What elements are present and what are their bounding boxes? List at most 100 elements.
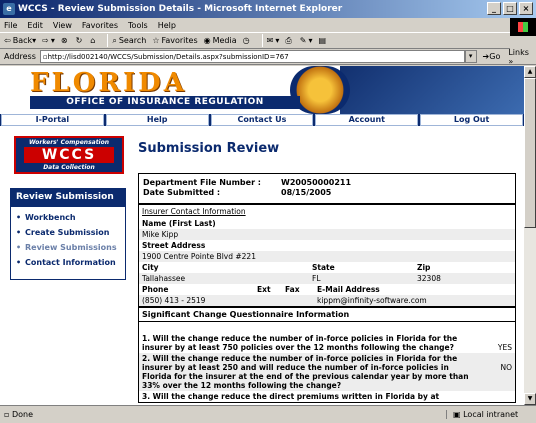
- answer: NO: [500, 363, 512, 372]
- print-icon: ⎙: [285, 35, 292, 45]
- go-button[interactable]: ➔Go: [483, 52, 501, 61]
- dept-file-label: Department File Number :: [143, 178, 261, 187]
- submission-details: Department File Number : W20050000211 Dat…: [138, 173, 516, 403]
- phone-label: Phone: [142, 285, 169, 294]
- menu-view[interactable]: View: [53, 21, 72, 30]
- links-button[interactable]: Links »: [508, 48, 536, 66]
- vertical-scrollbar[interactable]: ▲ ▼: [524, 66, 536, 405]
- address-label: Address: [4, 52, 36, 61]
- email-value: kippm@infinity-software.com: [317, 296, 427, 305]
- forward-arrow-icon: ⇨: [42, 36, 49, 45]
- name-value: Mike Kipp: [139, 229, 515, 240]
- minimize-button[interactable]: _: [487, 2, 501, 15]
- edit-icon: ✎: [299, 36, 307, 45]
- maximize-button[interactable]: □: [503, 2, 517, 15]
- menu-favorites[interactable]: Favorites: [82, 21, 118, 30]
- history-icon: ◷: [242, 36, 250, 45]
- media-icon: ◉: [203, 36, 211, 45]
- toolbar: ⇦ Back ▾ ⇨ ▾ ⊗ ↻ ⌂ ⌕ Search ☆ Favorites ◉ Med…: [0, 33, 510, 49]
- nav-iportal[interactable]: I-Portal: [1, 114, 104, 126]
- sidebar-item-contact-information[interactable]: Contact Information: [15, 258, 121, 267]
- questionnaire-title: Significant Change Questionnaire Informa…: [139, 308, 515, 322]
- main-content: Submission Review Department File Number…: [138, 141, 516, 403]
- question-row: 2. Will the change reduce the number of …: [139, 353, 515, 391]
- print-button[interactable]: ⎙: [285, 36, 293, 46]
- menu-tools[interactable]: Tools: [128, 21, 148, 30]
- top-nav: I-Portal Help Contact Us Account Log Out: [0, 114, 524, 126]
- window-titlebar: e WCCS - Review Submission Details - Mic…: [0, 0, 536, 18]
- stop-button[interactable]: ⊗: [61, 36, 70, 45]
- banner-background: [340, 66, 524, 114]
- office-title: OFFICE OF INSURANCE REGULATION: [30, 96, 300, 109]
- menu-bar: File Edit View Favorites Tools Help: [0, 18, 536, 33]
- florida-logo-text: FLORIDA: [30, 68, 187, 98]
- city-value: Tallahassee: [142, 274, 186, 283]
- ie-icon: e: [3, 3, 15, 15]
- state-label: State: [312, 263, 335, 272]
- nav-account[interactable]: Account: [315, 114, 419, 126]
- security-zone: ▣ Local intranet: [446, 410, 536, 419]
- search-icon: ⌕: [112, 35, 117, 45]
- nav-log-out[interactable]: Log Out: [420, 114, 523, 126]
- city-label: City: [142, 263, 159, 272]
- discuss-button[interactable]: ▤: [318, 36, 328, 45]
- status-bar: ▫ Done ▣ Local intranet: [0, 405, 536, 423]
- status-text: ▫ Done: [4, 410, 34, 419]
- back-arrow-icon: ⇦: [4, 36, 11, 45]
- refresh-button[interactable]: ↻: [76, 36, 85, 45]
- favorites-button[interactable]: ☆ Favorites: [152, 36, 197, 45]
- sidebar-item-workbench[interactable]: Workbench: [15, 213, 121, 222]
- mail-icon: ✉: [266, 36, 274, 45]
- search-button[interactable]: ⌕ Search: [112, 36, 146, 46]
- page-viewport: FLORIDA OFFICE OF INSURANCE REGULATION I…: [0, 66, 524, 405]
- menu-file[interactable]: File: [4, 21, 17, 30]
- state-value: FL: [312, 274, 321, 283]
- email-label: E-Mail Address: [317, 285, 380, 294]
- wccs-logo: Workers' Compensation WCCS Data Collecti…: [14, 136, 124, 174]
- phone-value: (850) 413 - 2519: [142, 296, 206, 305]
- sidebar-item-create-submission[interactable]: Create Submission: [15, 228, 121, 237]
- back-button[interactable]: ⇦ Back ▾: [4, 36, 36, 45]
- contact-section-title: Insurer Contact Information: [142, 207, 246, 216]
- star-icon: ☆: [152, 36, 160, 45]
- street-label: Street Address: [142, 241, 206, 250]
- page-done-icon: ▫: [4, 410, 12, 419]
- scroll-down-button[interactable]: ▼: [524, 393, 536, 405]
- scroll-up-button[interactable]: ▲: [524, 66, 536, 78]
- nav-contact-us[interactable]: Contact Us: [210, 114, 314, 126]
- fax-label: Fax: [285, 285, 300, 294]
- question-row: 1. Will the change reduce the number of …: [142, 334, 512, 352]
- media-button[interactable]: ◉ Media: [204, 36, 237, 45]
- scroll-thumb[interactable]: [524, 78, 536, 228]
- refresh-icon: ↻: [75, 36, 83, 45]
- answer: YES: [497, 343, 512, 352]
- date-submitted-label: Date Submitted :: [143, 188, 221, 197]
- close-button[interactable]: ×: [519, 2, 533, 15]
- submission-summary: Department File Number : W20050000211 Dat…: [139, 174, 515, 205]
- street-value: 1900 Centre Pointe Blvd #221: [139, 251, 515, 262]
- home-button[interactable]: ⌂: [90, 36, 97, 45]
- home-icon: ⌂: [90, 36, 96, 45]
- left-column: Workers' Compensation WCCS Data Collecti…: [10, 136, 126, 280]
- answer: [472, 392, 512, 401]
- sidebar-item-review-submissions[interactable]: Review Submissions: [15, 243, 121, 252]
- mail-button[interactable]: ✉ ▾: [267, 36, 280, 45]
- name-label: Name (First Last): [142, 219, 216, 228]
- menu-edit[interactable]: Edit: [27, 21, 43, 30]
- forward-button[interactable]: ⇨ ▾: [42, 36, 55, 45]
- address-dropdown-button[interactable]: ▾: [464, 50, 477, 63]
- intranet-icon: ▣: [453, 410, 464, 419]
- window-title: WCCS - Review Submission Details - Micro…: [18, 4, 343, 14]
- edit-button[interactable]: ✎ ▾: [300, 36, 313, 45]
- history-button[interactable]: ◷: [243, 36, 252, 45]
- nav-help[interactable]: Help: [105, 114, 209, 126]
- questionnaire-section: Significant Change Questionnaire Informa…: [139, 308, 515, 402]
- windows-logo-icon: [510, 18, 536, 36]
- page-title: Submission Review: [138, 141, 280, 156]
- address-bar: Address ▫ http://lisd002140/WCCS/Submiss…: [0, 48, 536, 66]
- address-input[interactable]: ▫ http://lisd002140/WCCS/Submission/Deta…: [39, 50, 465, 63]
- sidebar-header: Review Submission: [11, 189, 125, 207]
- zip-label: Zip: [417, 263, 431, 272]
- sidebar-nav: Review Submission Workbench Create Submi…: [10, 188, 126, 280]
- menu-help[interactable]: Help: [158, 21, 176, 30]
